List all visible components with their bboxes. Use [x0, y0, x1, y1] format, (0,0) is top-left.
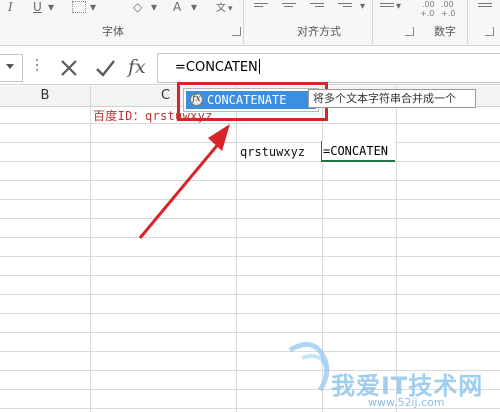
annotation-arrow-icon [138, 124, 230, 239]
watermark-url: www.52ij.com [368, 396, 445, 409]
